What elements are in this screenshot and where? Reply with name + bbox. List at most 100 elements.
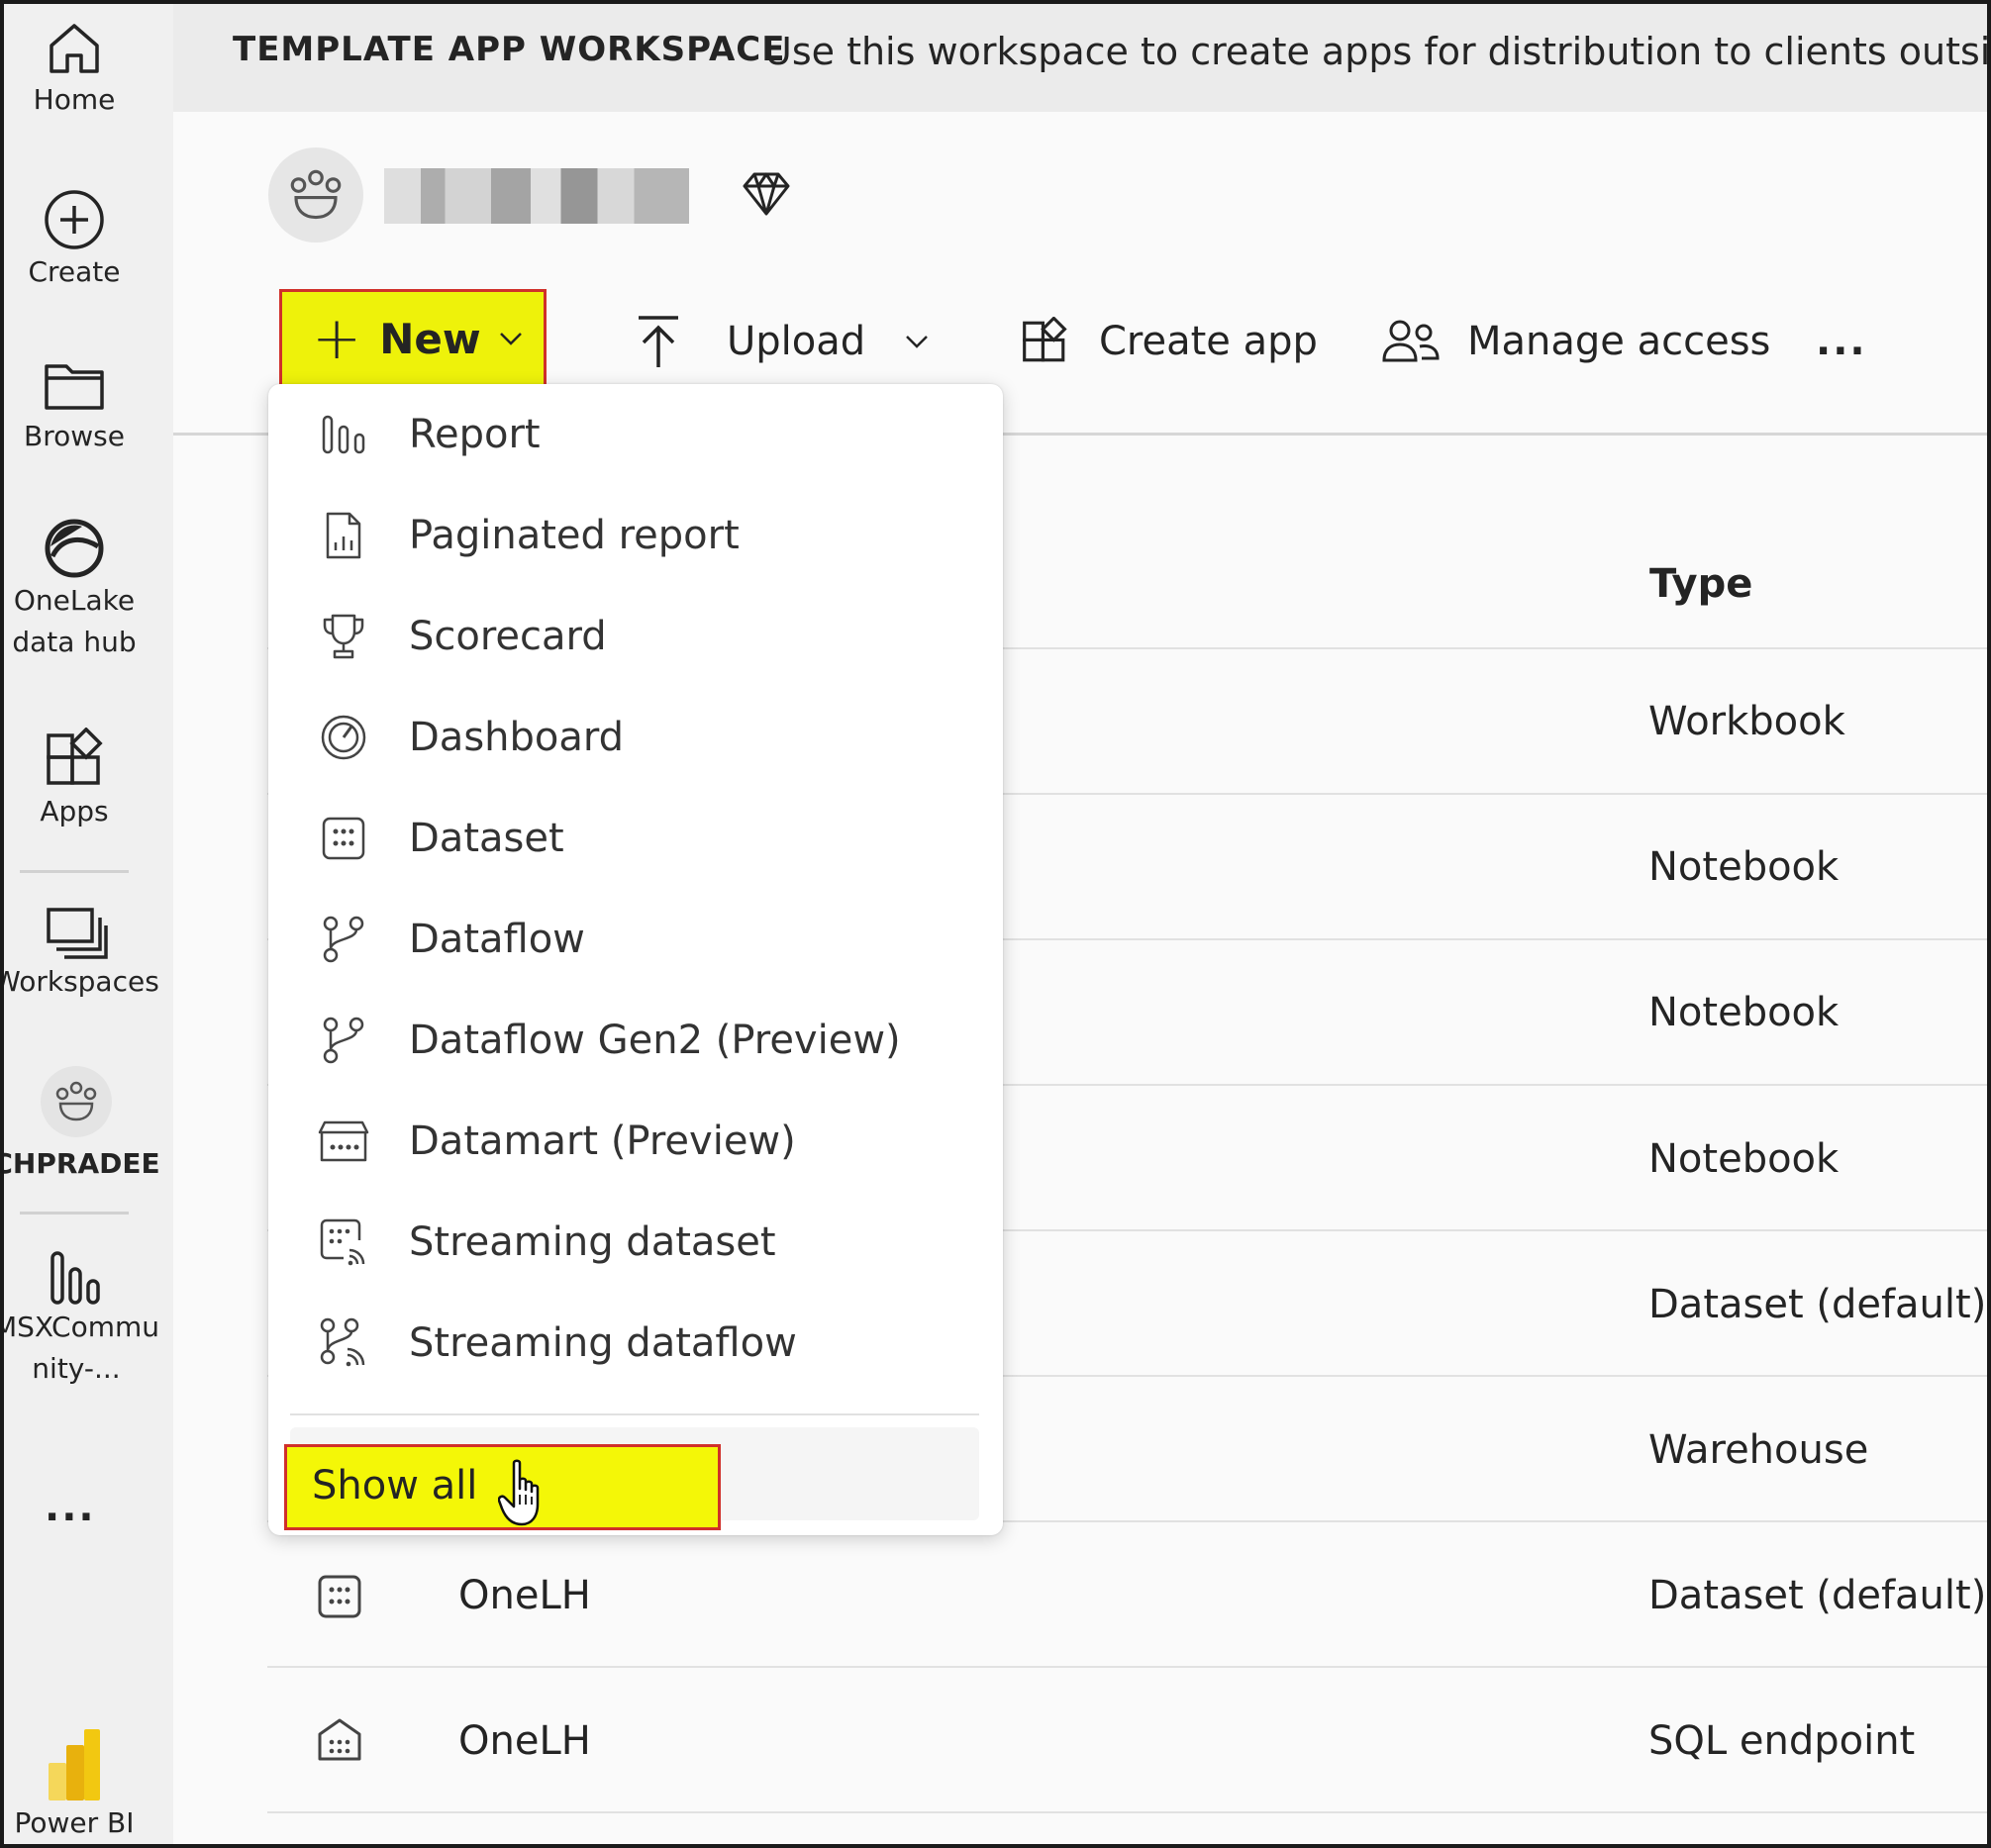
nav-home-label: Home bbox=[33, 83, 116, 116]
streaming-dataset-icon bbox=[320, 1218, 365, 1266]
table-row-name[interactable]: OneLH bbox=[458, 1573, 591, 1618]
table-row-type: Dataset (default) bbox=[1648, 1573, 1987, 1618]
nav-apps[interactable]: Apps bbox=[0, 728, 149, 832]
nav-browse-label: Browse bbox=[24, 420, 125, 452]
menu-item-scorecard[interactable]: Scorecard bbox=[268, 592, 1003, 681]
nav-home[interactable]: Home bbox=[0, 18, 149, 121]
powerbi-logo-icon bbox=[49, 1729, 100, 1800]
powerbi-label: Power BI bbox=[14, 1806, 135, 1839]
chevron-down-icon bbox=[499, 333, 522, 345]
menu-item-label: Streaming dataflow bbox=[409, 1320, 797, 1366]
upload-icon bbox=[639, 316, 678, 367]
table-row-type: Notebook bbox=[1648, 990, 1840, 1035]
menu-item-dataflow[interactable]: Dataflow bbox=[268, 895, 1003, 984]
menu-item-dataset[interactable]: Dataset bbox=[268, 794, 1003, 883]
type-column-header[interactable]: Type bbox=[1649, 561, 1752, 607]
menu-item-label: Report bbox=[409, 412, 541, 457]
nav-workspaces[interactable]: Workspaces bbox=[0, 906, 160, 1003]
report-icon bbox=[50, 1251, 100, 1305]
table-row-type: Notebook bbox=[1648, 844, 1840, 890]
menu-item-label: Streaming dataset bbox=[409, 1219, 776, 1265]
create-app-label: Create app bbox=[1099, 319, 1318, 364]
group-icon bbox=[55, 1081, 97, 1121]
menu-item-label: Datamart (Preview) bbox=[409, 1119, 796, 1164]
upload-button[interactable]: Upload bbox=[634, 297, 929, 386]
trophy-icon bbox=[323, 614, 364, 659]
new-button[interactable]: + New bbox=[279, 289, 547, 388]
banner-description: Use this workspace to create apps for di… bbox=[764, 30, 1991, 73]
add-circle-icon bbox=[45, 190, 104, 249]
menu-item-dataflow-gen2[interactable]: Dataflow Gen2 (Preview) bbox=[268, 996, 1003, 1085]
banner-title: TEMPLATE APP WORKSPACE bbox=[233, 30, 786, 69]
apps-icon bbox=[1023, 317, 1067, 362]
diamond-icon bbox=[743, 172, 790, 216]
nav-onelake-label-1: OneLake bbox=[13, 584, 136, 617]
menu-item-label: Scorecard bbox=[409, 614, 607, 659]
rail-divider bbox=[20, 870, 129, 873]
folder-icon bbox=[45, 364, 104, 410]
nav-create-label: Create bbox=[28, 255, 121, 288]
hand-cursor-icon bbox=[498, 1459, 540, 1526]
nav-onelake-label-2: data hub bbox=[12, 626, 137, 658]
rail-divider bbox=[20, 1212, 129, 1215]
left-nav-rail: Home Create Browse OneLake data hub Apps… bbox=[0, 0, 173, 1848]
nav-report-label-2: nity-... bbox=[32, 1352, 121, 1385]
create-app-button[interactable]: Create app bbox=[1020, 297, 1318, 386]
nav-create[interactable]: Create bbox=[0, 188, 149, 293]
plus-icon: + bbox=[312, 304, 362, 373]
nav-current-workspace[interactable]: CHPRADEE bbox=[0, 1066, 160, 1185]
row-divider bbox=[267, 1666, 1991, 1668]
table-row-name[interactable]: OneLH bbox=[458, 1718, 591, 1764]
workspace-name-redacted bbox=[384, 168, 689, 224]
row-divider bbox=[267, 1811, 1991, 1813]
menu-item-label: Dataset bbox=[409, 816, 564, 861]
manage-access-button[interactable]: Manage access bbox=[1382, 297, 1770, 386]
people-icon bbox=[1382, 320, 1440, 362]
dataset-icon bbox=[322, 817, 365, 860]
menu-divider bbox=[290, 1413, 979, 1415]
menu-item-label: Dataflow Gen2 (Preview) bbox=[409, 1018, 901, 1063]
menu-item-report[interactable]: Report bbox=[268, 390, 1003, 479]
dataflow-icon bbox=[323, 916, 364, 963]
workspace-avatar bbox=[41, 1066, 112, 1137]
table-row-type: Warehouse bbox=[1648, 1427, 1869, 1473]
powerbi-switcher[interactable]: Power BI bbox=[0, 1727, 149, 1844]
nav-current-workspace-label: CHPRADEE bbox=[0, 1147, 160, 1180]
new-button-label: New bbox=[379, 314, 481, 363]
more-options-button[interactable]: ... bbox=[1816, 297, 1867, 386]
dataflow-icon bbox=[323, 1017, 364, 1064]
datamart-icon bbox=[318, 1120, 369, 1162]
onelake-icon bbox=[45, 519, 104, 578]
menu-item-label: Dataflow bbox=[409, 917, 585, 962]
menu-item-streaming-dataflow[interactable]: Streaming dataflow bbox=[268, 1299, 1003, 1388]
manage-access-label: Manage access bbox=[1467, 319, 1771, 364]
group-icon bbox=[290, 169, 342, 220]
nav-open-report[interactable]: MSXCommu nity-... bbox=[0, 1247, 160, 1390]
workspace-header-avatar bbox=[268, 147, 363, 243]
upload-label: Upload bbox=[727, 319, 866, 364]
rail-more-button[interactable]: ... bbox=[45, 1485, 96, 1530]
sql-endpoint-icon bbox=[318, 1718, 361, 1761]
menu-item-streaming-dataset[interactable]: Streaming dataset bbox=[268, 1198, 1003, 1287]
table-row-type: Notebook bbox=[1648, 1136, 1840, 1182]
table-row-type: SQL endpoint bbox=[1648, 1718, 1916, 1764]
gauge-icon bbox=[321, 715, 366, 760]
dataset-icon bbox=[318, 1575, 361, 1618]
menu-item-paginated-report[interactable]: Paginated report bbox=[268, 491, 1003, 580]
menu-item-datamart[interactable]: Datamart (Preview) bbox=[268, 1097, 1003, 1186]
streaming-dataflow-icon bbox=[320, 1317, 365, 1367]
chevron-down-icon bbox=[906, 336, 929, 348]
table-row-type: Workbook bbox=[1648, 699, 1845, 744]
menu-item-label: Paginated report bbox=[409, 513, 740, 558]
new-item-menu: Report Paginated report Scorecard Dashbo… bbox=[268, 384, 1003, 1535]
apps-icon bbox=[47, 728, 103, 785]
menu-item-dashboard[interactable]: Dashboard bbox=[268, 693, 1003, 782]
nav-browse[interactable]: Browse bbox=[0, 356, 149, 457]
nav-report-label-1: MSXCommu bbox=[0, 1311, 160, 1343]
table-row-type: Dataset (default) bbox=[1648, 1282, 1987, 1327]
nav-onelake-data-hub[interactable]: OneLake data hub bbox=[0, 517, 149, 663]
report-icon bbox=[322, 415, 365, 454]
paginated-report-icon bbox=[326, 512, 361, 559]
home-icon bbox=[50, 24, 99, 73]
workspaces-icon bbox=[47, 908, 108, 959]
